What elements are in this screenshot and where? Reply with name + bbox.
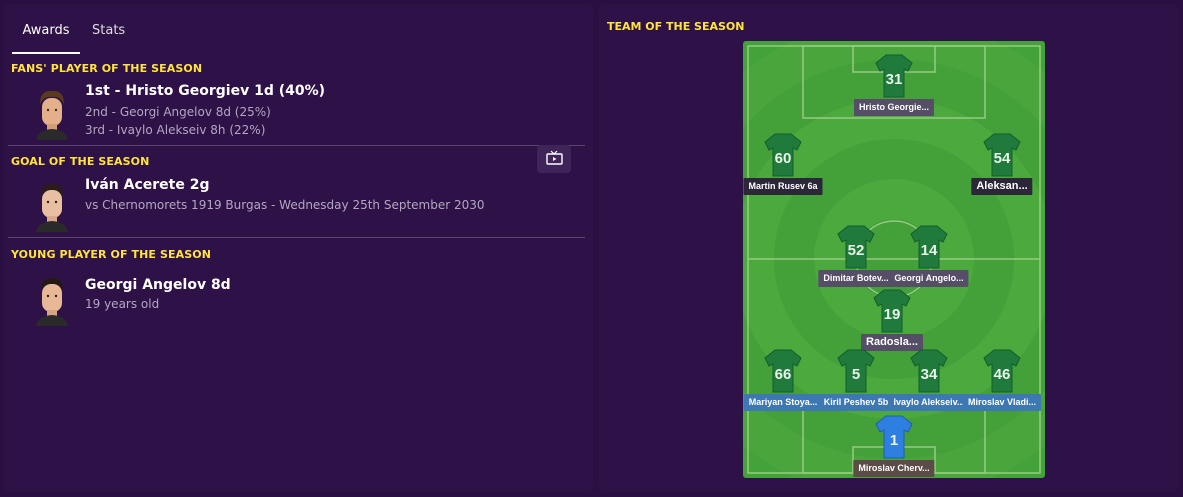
- svg-text:52: 52: [848, 242, 865, 259]
- awards-panel: Awards Stats FANS' PLAYER OF THE SEASON …: [4, 4, 593, 492]
- young-player-title: YOUNG PLAYER OF THE SEASON: [11, 248, 212, 261]
- fans-player-third[interactable]: 3rd - Ivaylo Alekseiv 8h (22%): [85, 123, 265, 137]
- shirt-icon: 31: [875, 54, 913, 98]
- young-player-name[interactable]: Georgi Angelov 8d: [85, 277, 231, 293]
- player-label: Georgi Angelo...: [889, 270, 969, 287]
- shirt-icon: 19: [873, 289, 911, 333]
- shirt-icon: 34: [910, 349, 948, 393]
- player-label: Aleksan...: [971, 178, 1033, 195]
- player-label: Hristo Georgie...: [853, 99, 935, 116]
- pitch-player-1-goalkeeper[interactable]: 1 Miroslav Cherv...: [848, 414, 940, 478]
- pitch-player-54[interactable]: 54 Aleksan...: [956, 132, 1045, 200]
- svg-text:31: 31: [886, 71, 903, 88]
- divider: [8, 145, 585, 146]
- svg-text:1: 1: [890, 432, 898, 449]
- shirt-icon: 14: [910, 225, 948, 269]
- watch-goal-button[interactable]: [537, 145, 571, 173]
- shirt-icon: 60: [764, 133, 802, 177]
- divider: [8, 237, 585, 238]
- fans-player-second[interactable]: 2nd - Georgi Angelov 8d (25%): [85, 105, 271, 119]
- tv-icon: [546, 150, 563, 165]
- shirt-icon: 46: [983, 349, 1021, 393]
- pitch-player-19[interactable]: 19 Radosla...: [846, 288, 938, 356]
- player-label: Martin Rusev 6a: [743, 178, 823, 195]
- svg-text:34: 34: [921, 366, 938, 383]
- tab-stats[interactable]: Stats: [92, 20, 125, 52]
- svg-text:14: 14: [921, 242, 938, 259]
- fans-player-first[interactable]: 1st - Hristo Georgiev 1d (40%): [85, 83, 325, 99]
- player-face-icon: [36, 278, 68, 326]
- player-label: Miroslav Cherv...: [853, 460, 935, 477]
- svg-text:54: 54: [994, 150, 1011, 167]
- fans-player-title: FANS' PLAYER OF THE SEASON: [11, 62, 203, 75]
- shirt-icon: 66: [764, 349, 802, 393]
- shirt-icon: 54: [983, 133, 1021, 177]
- pitch-player-60[interactable]: 60 Martin Rusev 6a: [743, 132, 829, 200]
- player-face-icon: [36, 184, 68, 232]
- shirt-icon: 5: [837, 349, 875, 393]
- svg-text:60: 60: [775, 150, 792, 167]
- pitch-player-31[interactable]: 31 Hristo Georgie...: [848, 53, 940, 121]
- team-of-season-panel: TEAM OF THE SEASON 31 Hristo Georgie... …: [599, 4, 1179, 492]
- svg-text:66: 66: [775, 366, 792, 383]
- pitch-player-46[interactable]: 46 Miroslav Vladi...: [956, 348, 1045, 416]
- goal-detail: vs Chernomorets 1919 Burgas - Wednesday …: [85, 198, 485, 212]
- team-of-season-title: TEAM OF THE SEASON: [607, 20, 745, 33]
- goal-scorer[interactable]: Iván Acerete 2g: [85, 177, 209, 193]
- goalkeeper-shirt-icon: 1: [875, 415, 913, 459]
- shirt-icon: 52: [837, 225, 875, 269]
- svg-text:5: 5: [852, 366, 860, 383]
- tab-awards[interactable]: Awards: [12, 20, 80, 54]
- svg-text:19: 19: [884, 306, 901, 323]
- player-label: Miroslav Vladi...: [962, 394, 1042, 411]
- svg-text:46: 46: [994, 366, 1011, 383]
- goal-of-season-title: GOAL OF THE SEASON: [11, 155, 150, 168]
- pitch-player-14[interactable]: 14 Georgi Angelo...: [883, 224, 975, 292]
- pitch: 31 Hristo Georgie... 60 Martin Rusev 6a …: [743, 41, 1045, 478]
- player-face-icon: [36, 90, 68, 140]
- young-player-age: 19 years old: [85, 297, 160, 311]
